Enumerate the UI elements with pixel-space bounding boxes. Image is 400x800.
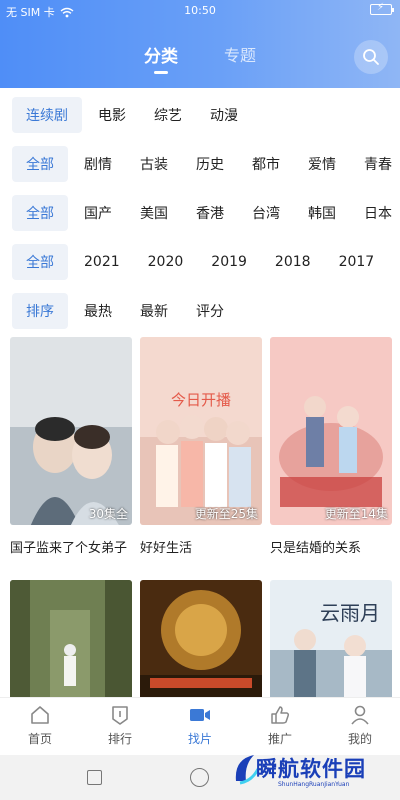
filter-type-item[interactable]: 电影 [98, 105, 126, 125]
poster-art-image [270, 337, 392, 525]
video-poster: 今日开播 更新至25集 [140, 337, 262, 525]
video-title: 只是结婚的关系 [270, 541, 362, 556]
video-poster: 云雨月 [270, 580, 392, 704]
video-poster [140, 580, 262, 704]
filter-type-item[interactable]: 综艺 [154, 105, 182, 125]
filter-genre-item[interactable]: 历史 [196, 154, 224, 174]
poster-art-image [10, 337, 132, 525]
filter-row-genre: 全部 剧情 古装 历史 都市 爱情 青春 [0, 139, 400, 188]
recent-apps-button[interactable] [87, 770, 102, 785]
video-card[interactable] [140, 580, 262, 704]
filter-row-sort: 排序 最热 最新 评分 [0, 286, 400, 335]
video-card[interactable]: 云雨月 [270, 580, 392, 704]
header: 无 SIM 卡 10:50 ⚡ 分类 专题 [0, 0, 400, 88]
filter-region-item[interactable]: 台湾 [252, 203, 280, 223]
filter-region-item[interactable]: 全部 [12, 194, 68, 231]
filter-sort-item[interactable]: 最新 [140, 301, 168, 321]
video-poster: 30集全 [10, 337, 132, 525]
filter-row-year: 全部 2021 2020 2019 2018 2017 20 [0, 237, 400, 286]
episode-badge: 更新至25集 [194, 507, 258, 521]
filter-genre-item[interactable]: 都市 [252, 154, 280, 174]
tab-label: 首页 [27, 732, 52, 746]
filter-genre-item[interactable]: 剧情 [84, 154, 112, 174]
video-poster: 更新至14集 [270, 337, 392, 525]
poster-art-image: 云雨月 [270, 580, 392, 704]
tab-label: 找片 [187, 732, 212, 746]
battery-icon: ⚡ [370, 2, 394, 15]
filter-year-item[interactable]: 2020 [148, 254, 184, 270]
user-icon [351, 705, 369, 725]
search-icon [363, 49, 379, 65]
filter-year-item[interactable]: 2018 [275, 254, 311, 270]
filter-panel: 连续剧 电影 综艺 动漫 全部 剧情 古装 历史 都市 爱情 青春 全部 国产 … [0, 88, 400, 335]
filter-sort-item[interactable]: 评分 [196, 301, 224, 321]
tab-label: 排行 [107, 732, 132, 746]
filter-genre-item[interactable]: 爱情 [308, 154, 336, 174]
video-title: 好好生活 [140, 541, 193, 556]
video-camera-icon [190, 709, 210, 721]
filter-region-item[interactable]: 美国 [140, 203, 168, 223]
filter-region-item[interactable]: 日本 [364, 203, 392, 223]
ranking-icon [112, 706, 128, 725]
home-icon [31, 706, 49, 724]
status-time: 10:50 [184, 4, 216, 17]
watermark: 瞬航软件园 ShunHangRuanJianYuan [232, 747, 398, 797]
watermark-text: 瞬航软件园 [256, 757, 366, 781]
video-title: 国子监来了个女弟子 [10, 541, 128, 556]
episode-badge: 更新至14集 [324, 507, 388, 521]
filter-type-item[interactable]: 动漫 [210, 105, 238, 125]
home-nav-button[interactable] [190, 768, 209, 787]
filter-year-item[interactable]: 2019 [211, 254, 247, 270]
tab-label: 推广 [267, 732, 292, 746]
filter-type-item[interactable]: 连续剧 [12, 96, 82, 133]
video-card[interactable] [10, 580, 132, 704]
tab-label: 我的 [347, 732, 372, 746]
poster-art-image [10, 580, 132, 704]
svg-text:云雨月: 云雨月 [320, 601, 380, 625]
poster-art-image [140, 580, 262, 704]
status-right: ⚡ [370, 2, 394, 15]
video-card[interactable]: 今日开播 更新至25集 好好生活 [140, 337, 262, 556]
video-card[interactable]: 30集全 国子监来了个女弟子 [10, 337, 132, 556]
filter-year-item[interactable]: 全部 [12, 243, 68, 280]
filter-genre-item[interactable]: 全部 [12, 145, 68, 182]
video-grid: 30集全 国子监来了个女弟子 今日开播 更新至25集 好好生活 更新至14集 只… [10, 337, 396, 704]
tab-topic[interactable]: 专题 [224, 42, 256, 67]
video-poster [10, 580, 132, 704]
tab-home[interactable]: 首页 [0, 698, 80, 755]
status-bar: 无 SIM 卡 10:50 ⚡ [0, 0, 400, 22]
top-tabs: 分类 专题 [0, 42, 400, 67]
filter-year-item[interactable]: 2017 [339, 254, 375, 270]
filter-sort-item[interactable]: 排序 [12, 292, 68, 329]
tab-find-video[interactable]: 找片 [160, 698, 240, 755]
filter-year-item[interactable]: 2021 [84, 254, 120, 270]
episode-badge: 30集全 [88, 507, 128, 521]
filter-genre-item[interactable]: 古装 [140, 154, 168, 174]
svg-text:今日开播: 今日开播 [171, 391, 231, 409]
filter-region-item[interactable]: 国产 [84, 203, 112, 223]
thumbs-up-icon [271, 706, 290, 724]
search-button[interactable] [354, 40, 388, 74]
video-card[interactable]: 更新至14集 只是结婚的关系 [270, 337, 392, 556]
poster-art-image: 今日开播 [140, 337, 262, 525]
filter-region-item[interactable]: 香港 [196, 203, 224, 223]
tab-category[interactable]: 分类 [144, 42, 178, 67]
filter-region-item[interactable]: 韩国 [308, 203, 336, 223]
filter-row-type: 连续剧 电影 综艺 动漫 [0, 90, 400, 139]
filter-sort-item[interactable]: 最热 [84, 301, 112, 321]
watermark-subtext: ShunHangRuanJianYuan [278, 781, 350, 788]
filter-row-region: 全部 国产 美国 香港 台湾 韩国 日本 [0, 188, 400, 237]
tab-ranking[interactable]: 排行 [80, 698, 160, 755]
filter-genre-item[interactable]: 青春 [364, 154, 392, 174]
